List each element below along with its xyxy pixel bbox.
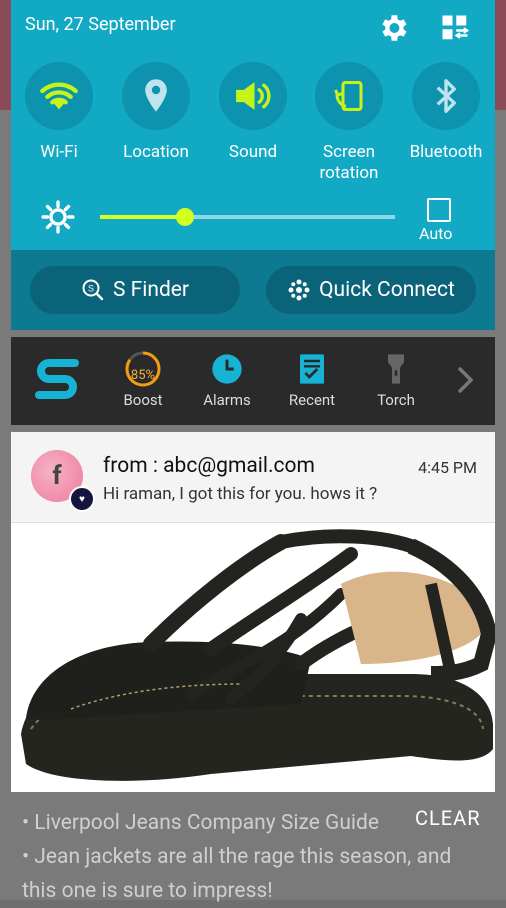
- brightness-slider-thumb[interactable]: [176, 208, 194, 226]
- auto-brightness-checkbox[interactable]: [427, 198, 451, 222]
- torch-icon: [388, 354, 404, 384]
- date-label: Sun, 27 September: [25, 14, 176, 35]
- quick-settings-panel: Sun, 27 September Wi-Fi Location Sound S…: [11, 0, 495, 250]
- s-finder-search-icon: S: [82, 279, 104, 301]
- clear-button[interactable]: CLEAR: [415, 806, 481, 830]
- toggle-label: Wi-Fi: [40, 142, 78, 162]
- notification-card[interactable]: f ♥ from : abc@gmail.com 4:45 PM Hi rama…: [11, 432, 498, 792]
- sound-icon: [219, 62, 287, 130]
- recent-doc-icon: [300, 354, 324, 384]
- toolbar-label: Torch: [377, 391, 415, 409]
- toolbar-label: Recent: [288, 391, 336, 409]
- s-finder-label: S Finder: [112, 278, 190, 302]
- quick-connect-button[interactable]: Quick Connect: [266, 266, 476, 314]
- toggle-bluetooth[interactable]: Bluetooth: [396, 62, 496, 163]
- sandal-image: [21, 529, 498, 781]
- settings-gear-icon[interactable]: [375, 10, 411, 46]
- notification-body: Hi raman, I got this for you. hows it ?: [103, 484, 378, 504]
- background-line: this one is sure to impress!: [22, 879, 273, 903]
- s-logo-icon[interactable]: [29, 351, 85, 411]
- toggle-label: Screen rotation: [319, 142, 379, 183]
- toolbar-torch[interactable]: Torch: [356, 347, 436, 409]
- toggle-label: Sound: [228, 142, 278, 162]
- toggle-wifi[interactable]: Wi-Fi: [9, 62, 109, 163]
- s-finder-button[interactable]: S S Finder: [30, 266, 240, 314]
- edit-grid-icon[interactable]: [437, 10, 473, 46]
- heart-badge-icon: ♥: [69, 486, 95, 512]
- rotation-icon: [315, 62, 383, 130]
- alarm-clock-icon: [212, 354, 242, 384]
- toolbar-boost[interactable]: 85% Boost: [103, 347, 183, 409]
- bluetooth-icon: [412, 62, 480, 130]
- brightness-icon: [41, 200, 75, 238]
- toggle-screen-rotation[interactable]: Screen rotation: [299, 62, 399, 184]
- toggle-label: Location: [123, 142, 189, 162]
- notification-header: f ♥ from : abc@gmail.com 4:45 PM Hi rama…: [11, 432, 495, 523]
- location-icon: [122, 62, 190, 130]
- toolbar-label: Boost: [123, 391, 163, 409]
- quick-connect-icon: [288, 279, 310, 301]
- brightness-fill: [100, 215, 185, 219]
- toolbar-alarms[interactable]: Alarms: [187, 347, 267, 409]
- boost-percent: 85%: [130, 368, 156, 383]
- utility-toolbar: 85% Boost Alarms Recent Torch: [11, 337, 495, 425]
- toggle-sound[interactable]: Sound: [203, 62, 303, 163]
- toolbar-next-chevron-icon[interactable]: [456, 365, 474, 399]
- auto-brightness-label: Auto: [419, 224, 453, 243]
- notification-title: from : abc@gmail.com: [103, 454, 315, 478]
- notification-image: [11, 524, 498, 792]
- toolbar-recent[interactable]: Recent: [272, 347, 352, 409]
- background-line: • Jean jackets are all the rage this sea…: [22, 845, 452, 869]
- toggle-label: Bluetooth: [409, 142, 483, 162]
- toggle-location[interactable]: Location: [106, 62, 206, 163]
- toolbar-label: Alarms: [203, 391, 251, 409]
- finder-bar: S S Finder Quick Connect: [11, 250, 495, 330]
- wifi-icon: [25, 62, 93, 130]
- notification-time: 4:45 PM: [418, 458, 477, 477]
- svg-text:S: S: [88, 284, 94, 294]
- quick-connect-label: Quick Connect: [319, 278, 455, 302]
- brightness-row: Auto: [11, 190, 495, 246]
